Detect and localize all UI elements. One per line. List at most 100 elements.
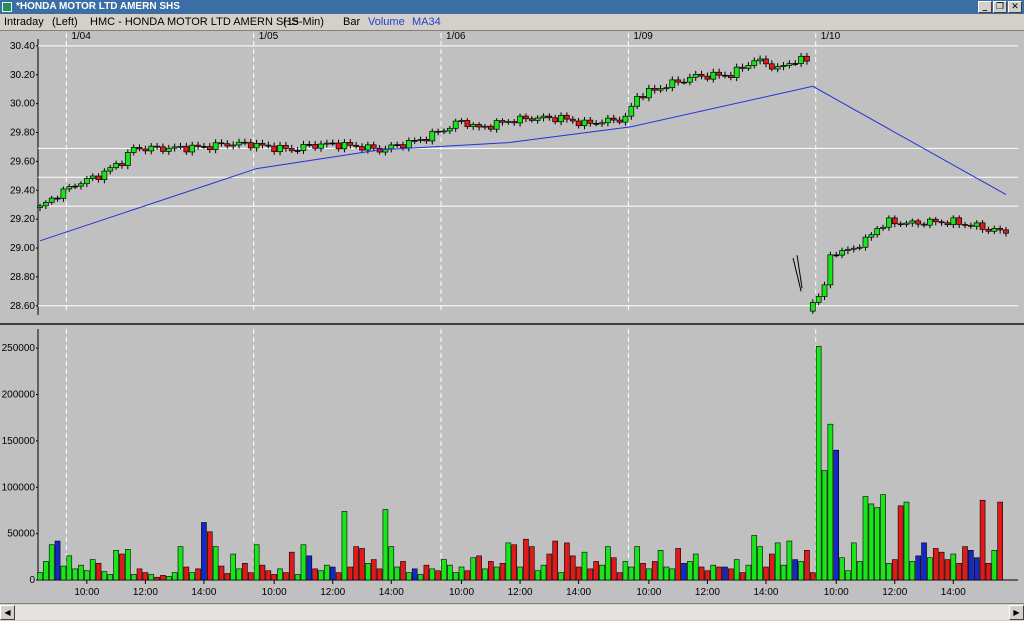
axis-side-label: (Left) xyxy=(52,16,78,28)
volume-bar xyxy=(640,563,646,581)
scroll-left-arrow[interactable]: ◀ xyxy=(0,605,15,620)
volume-bar xyxy=(347,566,354,581)
candle-body xyxy=(487,125,494,130)
candle-body xyxy=(979,222,986,230)
volume-bar xyxy=(739,572,746,581)
volume-bar xyxy=(973,557,980,581)
candle-body xyxy=(985,229,992,232)
candle-body xyxy=(634,96,641,107)
candle-body xyxy=(335,142,342,150)
volume-bar xyxy=(886,563,892,581)
volume-bar xyxy=(839,557,845,581)
candle-body xyxy=(265,144,272,147)
candle-body xyxy=(821,284,828,297)
chart-style-label[interactable]: Bar xyxy=(343,14,360,31)
volume-bar xyxy=(610,557,617,581)
volume-bar xyxy=(798,561,804,581)
volume-bar xyxy=(903,501,910,581)
candle-body xyxy=(66,186,73,190)
candle-body xyxy=(827,254,834,286)
candle-body xyxy=(903,222,910,225)
candle-body xyxy=(499,120,506,123)
volume-bar xyxy=(897,505,904,581)
candle-body xyxy=(230,144,237,147)
volume-bar xyxy=(271,574,277,581)
time-tick-label: 12:00 xyxy=(320,587,345,598)
candle-body xyxy=(83,178,90,185)
scroll-right-arrow[interactable]: ▶ xyxy=(1009,605,1024,620)
date-label: 1/10 xyxy=(821,31,841,42)
candle-body xyxy=(154,145,160,148)
volume-bar xyxy=(370,559,377,581)
volume-bar xyxy=(54,540,61,581)
candle-body xyxy=(72,185,78,188)
minimize-button[interactable]: _ xyxy=(978,1,992,13)
candle-body xyxy=(329,142,336,145)
time-tick-label: 12:00 xyxy=(508,587,533,598)
time-tick-label: 10:00 xyxy=(824,587,849,598)
candle-body xyxy=(306,144,313,146)
price-tick-label: 30.00 xyxy=(10,99,35,110)
candle-body xyxy=(271,145,278,153)
candle-body xyxy=(400,144,406,149)
volume-bar xyxy=(89,559,96,581)
volume-bar xyxy=(669,568,676,581)
candle-body xyxy=(394,144,400,146)
candle-body xyxy=(774,66,781,70)
candle-body xyxy=(792,63,799,65)
study-ma34-label[interactable]: MA34 xyxy=(412,14,441,31)
restore-button[interactable]: ❐ xyxy=(993,1,1007,13)
title-bar[interactable]: *HONDA MOTOR LTD AMERN SHS _ ❐ ✕ xyxy=(0,0,1024,14)
volume-bar xyxy=(845,570,851,581)
candle-body xyxy=(681,81,687,84)
candle-body xyxy=(757,58,763,62)
candle-body xyxy=(610,117,617,121)
candle-body xyxy=(253,142,260,149)
candle-body xyxy=(388,144,395,150)
volume-bar xyxy=(136,568,143,581)
volume-bar xyxy=(622,561,629,581)
volume-bar xyxy=(552,540,559,581)
volume-bar xyxy=(359,548,365,581)
candle-body xyxy=(195,144,201,147)
candle-body xyxy=(423,139,430,142)
volume-bar xyxy=(259,564,266,581)
candle-body xyxy=(956,217,963,225)
candle-body xyxy=(283,145,289,149)
candle-body xyxy=(962,224,968,226)
candle-body xyxy=(973,222,980,227)
date-label: 1/09 xyxy=(633,31,653,42)
candle-body xyxy=(160,146,166,152)
volume-bar xyxy=(78,564,84,581)
volume-bar xyxy=(962,546,968,581)
volume-bar xyxy=(125,549,131,581)
volume-bar xyxy=(804,550,810,581)
volume-bar xyxy=(435,570,441,581)
volume-bar xyxy=(605,546,611,581)
candle-body xyxy=(464,120,471,127)
volume-bar xyxy=(593,561,599,581)
study-volume-label[interactable]: Volume xyxy=(368,14,405,31)
volume-bar xyxy=(722,566,728,581)
candle-body xyxy=(692,74,699,78)
candle-body xyxy=(727,75,734,78)
candle-body xyxy=(277,145,283,153)
candle-body xyxy=(48,197,55,203)
candle-body xyxy=(798,55,804,64)
candle-body xyxy=(646,88,652,99)
scroll-track[interactable] xyxy=(15,605,1009,620)
volume-bar xyxy=(119,553,125,581)
horizontal-scrollbar[interactable]: ◀ ▶ xyxy=(0,603,1024,621)
close-button[interactable]: ✕ xyxy=(1008,1,1022,13)
candle-body xyxy=(897,223,904,226)
date-label: 1/06 xyxy=(446,31,466,42)
volume-bar xyxy=(224,573,231,581)
volume-bar xyxy=(528,546,535,581)
time-tick-label: 12:00 xyxy=(133,587,158,598)
symbol-label[interactable]: HMC - HONDA MOTOR LTD AMERN SHS xyxy=(90,14,299,31)
mode-label[interactable]: Intraday xyxy=(4,14,44,31)
volume-bar xyxy=(230,553,236,581)
chart-area[interactable]: 30.40 30.20 30.00 29.80 29.60 29.40 29.20 29.00… xyxy=(0,31,1024,603)
volume-bar xyxy=(376,568,383,581)
candle-body xyxy=(124,152,131,166)
